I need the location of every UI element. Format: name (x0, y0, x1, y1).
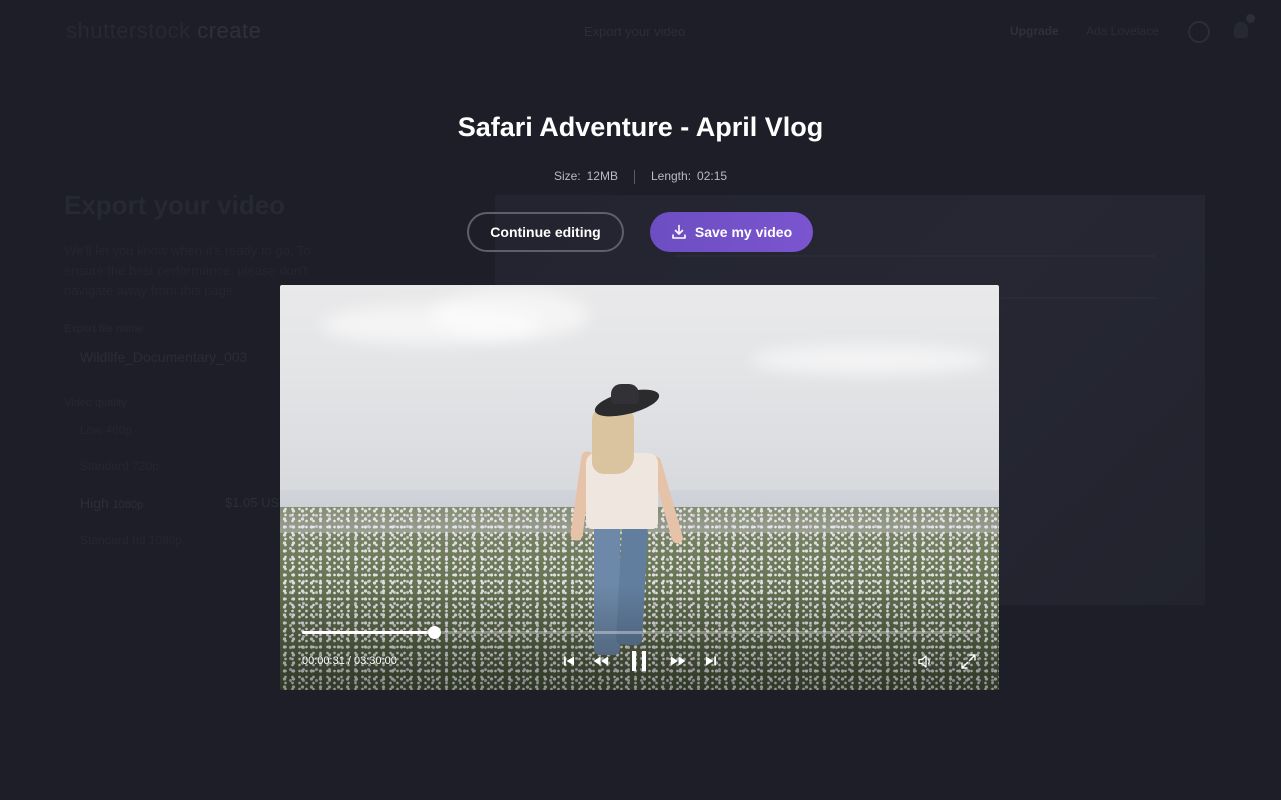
video-meta: Size: 12MB Length: 02:15 (0, 169, 1281, 184)
video-frame (280, 285, 999, 690)
user-name: Ada Lovelace (1086, 24, 1159, 38)
notification-bell-icon (1234, 22, 1248, 38)
meta-divider (633, 169, 635, 184)
help-icon (1188, 21, 1210, 43)
progress-bar[interactable] (302, 626, 977, 639)
notification-badge (1246, 14, 1255, 23)
progress-fill (302, 631, 434, 634)
length-value: 02:15 (697, 169, 728, 183)
save-video-label: Save my video (694, 224, 793, 240)
save-video-button[interactable]: Save my video (650, 212, 813, 252)
size-value: 12MB (586, 169, 618, 183)
video-title: Safari Adventure - April Vlog (457, 112, 824, 142)
progress-handle[interactable] (427, 626, 441, 639)
pause-icon[interactable] (629, 650, 649, 672)
fast-forward-icon[interactable] (669, 654, 687, 668)
top-navigation-bar: shutterstock create Export your video Up… (0, 0, 1281, 62)
length-key: Length: (650, 169, 692, 183)
video-player[interactable]: 00:00:31 / 03:30:00 (280, 285, 999, 690)
fullscreen-icon[interactable] (960, 653, 976, 669)
upgrade-link: Upgrade (1010, 24, 1059, 38)
skip-back-icon[interactable] (562, 654, 576, 668)
continue-editing-button[interactable]: Continue editing (467, 212, 624, 252)
time-display: 00:00:31 / 03:30:00 (302, 655, 397, 667)
header-title: Export your video (584, 24, 686, 39)
size-key: Size: (553, 169, 581, 183)
skip-forward-icon[interactable] (704, 654, 718, 668)
export-heading: Export your video (64, 190, 286, 220)
rewind-icon[interactable] (591, 654, 609, 668)
app-logo: shutterstock create (66, 18, 262, 43)
download-icon (672, 224, 686, 239)
volume-icon[interactable] (917, 654, 933, 668)
